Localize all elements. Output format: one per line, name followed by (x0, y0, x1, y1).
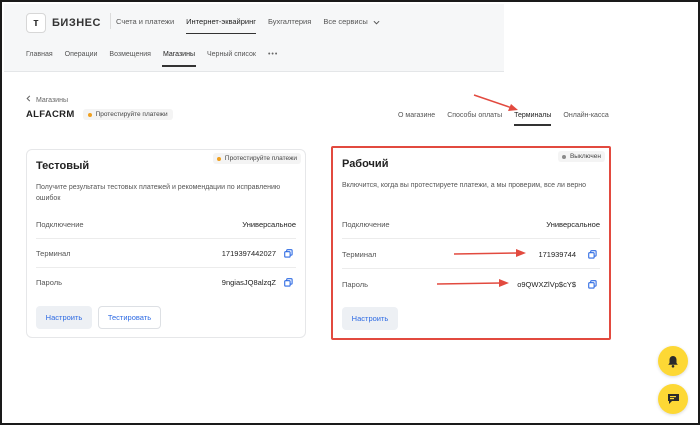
subnav-item-operations[interactable]: Операции (65, 51, 98, 67)
nav-item-all-services-label: Все сервисы (323, 17, 368, 26)
connection-row: Подключение Универсальное (36, 210, 296, 239)
main-nav: Счета и платежи Интернет-эквайринг Бухга… (110, 13, 392, 34)
annotation-arrow (473, 94, 518, 111)
chat-button[interactable] (658, 384, 688, 414)
copy-icon[interactable] (584, 277, 600, 293)
shop-status-label: Протестируйте платежи (95, 111, 168, 118)
copy-icon[interactable] (280, 275, 296, 291)
status-dot-icon (216, 156, 221, 161)
production-terminal-card: Рабочий Выключен Включится, когда вы про… (331, 146, 611, 340)
row-value: Универсальное (546, 219, 600, 229)
tab-terminals[interactable]: Терминалы (514, 112, 552, 126)
password-value: o9QWXZlVp$cY$ (517, 280, 576, 289)
card-title: Тестовый (36, 160, 90, 172)
top-header: т БИЗНЕС Счета и платежи Интернет-эквайр… (4, 4, 504, 72)
row-value-wrap: 1719397442027 (222, 245, 296, 261)
copy-icon[interactable] (584, 246, 600, 262)
status-dot-icon (561, 154, 566, 159)
nav-item-accounting[interactable]: Бухгалтерия (268, 17, 311, 34)
row-label: Пароль (36, 278, 63, 287)
row-label: Подключение (342, 219, 390, 229)
row-label: Пароль (342, 280, 369, 289)
brand-mark: т (26, 13, 46, 33)
sub-nav: Главная Операции Возмещения Магазины Чер… (26, 51, 290, 67)
nav-item-all-services[interactable]: Все сервисы (323, 17, 380, 34)
chat-icon (667, 394, 679, 404)
chevron-left-icon (26, 95, 31, 102)
terminal-id-value: 171939744 (538, 249, 576, 259)
subnav-item-home[interactable]: Главная (26, 51, 53, 67)
row-label: Терминал (36, 248, 71, 258)
card-status-badge: Протестируйте платежи (212, 153, 301, 164)
status-dot-icon (87, 112, 92, 117)
test-terminal-card: Тестовый Протестируйте платежи Получите … (26, 149, 306, 338)
subnav-item-shops[interactable]: Магазины (161, 51, 197, 67)
brand-logo[interactable]: т БИЗНЕС (26, 13, 101, 33)
subnav-item-refunds[interactable]: Возмещения (109, 51, 151, 67)
nav-item-accounts[interactable]: Счета и платежи (116, 17, 174, 34)
row-value-wrap: 9ngiasJQ8alzqZ (222, 275, 296, 291)
breadcrumb[interactable]: Магазины (26, 95, 68, 104)
nav-item-acquiring[interactable]: Интернет-эквайринг (186, 17, 256, 34)
password-value: 9ngiasJQ8alzqZ (221, 278, 276, 287)
card-description: Включится, когда вы протестируете платеж… (342, 182, 587, 189)
shop-header: ALFACRM Протестируйте платежи (26, 109, 173, 120)
password-row: Пароль 9ngiasJQ8alzqZ (36, 268, 296, 297)
shop-name: ALFACRM (26, 109, 75, 120)
test-button[interactable]: Тестировать (98, 306, 161, 329)
annotation-arrow (436, 279, 509, 287)
row-value: Универсальное (242, 219, 296, 229)
card-status-label: Протестируйте платежи (224, 155, 297, 162)
tab-about[interactable]: О магазине (398, 112, 435, 126)
bell-icon (668, 355, 678, 368)
annotation-arrow (453, 249, 526, 257)
row-label: Подключение (36, 219, 84, 229)
card-status-label: Выключен (569, 153, 601, 160)
tab-online-cashbox[interactable]: Онлайн-касса (563, 112, 608, 126)
shop-tabs: О магазине Способы оплаты Терминалы Онла… (398, 112, 621, 126)
shop-status-badge: Протестируйте платежи (82, 109, 173, 120)
chevron-down-icon (373, 20, 380, 25)
more-icon[interactable]: ••• (268, 51, 278, 67)
terminal-row: Терминал 1719397442027 (36, 239, 296, 268)
nav-divider (110, 13, 111, 29)
tab-payment-methods[interactable]: Способы оплаты (447, 112, 502, 126)
notifications-button[interactable] (658, 346, 688, 376)
row-value-wrap: 171939744 (538, 246, 600, 262)
row-label: Терминал (342, 249, 377, 259)
terminal-id-value: 1719397442027 (221, 248, 276, 258)
app-window: т БИЗНЕС Счета и платежи Интернет-эквайр… (0, 0, 700, 425)
card-status-badge: Выключен (557, 151, 605, 162)
connection-row: Подключение Универсальное (342, 210, 600, 239)
row-value-wrap: o9QWXZlVp$cY$ (517, 277, 600, 293)
configure-button[interactable]: Настроить (36, 306, 92, 329)
copy-icon[interactable] (280, 245, 296, 261)
breadcrumb-label: Магазины (35, 97, 68, 104)
configure-button[interactable]: Настроить (342, 307, 398, 330)
brand-name: БИЗНЕС (52, 17, 101, 29)
card-title: Рабочий (342, 158, 389, 170)
subnav-item-blacklist[interactable]: Черный список (207, 51, 256, 67)
card-description: Получите результаты тестовых платежей и … (36, 184, 281, 202)
